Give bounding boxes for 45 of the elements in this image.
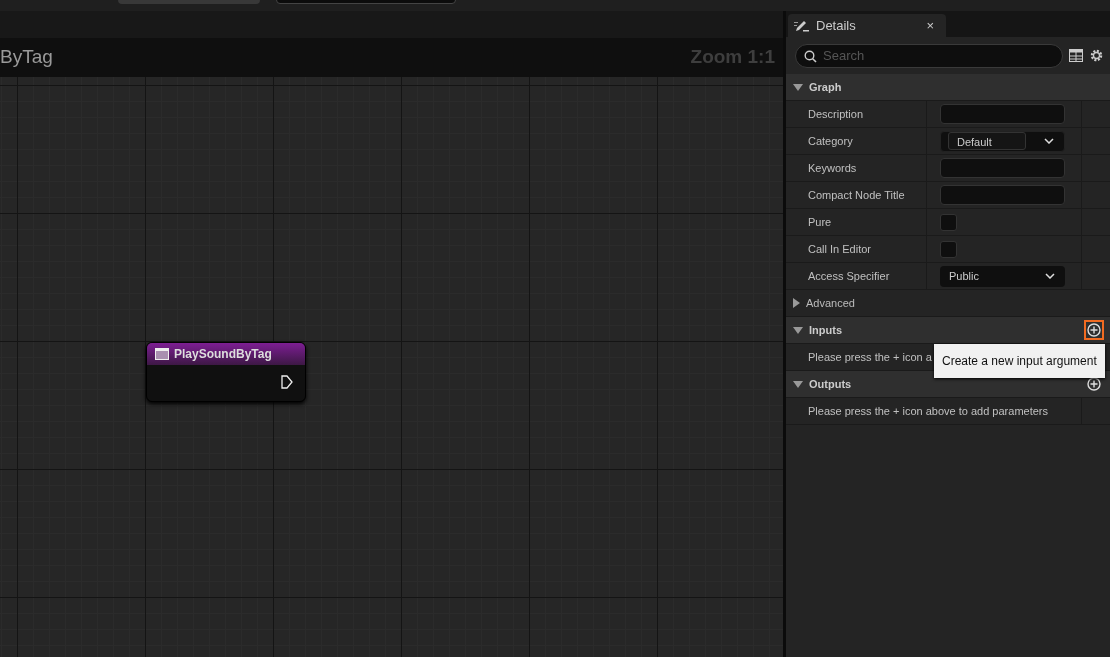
search-field[interactable]: Search xyxy=(795,43,1063,68)
section-title: Graph xyxy=(809,79,842,95)
caret-icon xyxy=(1044,138,1054,144)
graph-node[interactable]: PlaySoundByTag xyxy=(146,342,306,402)
node-title: PlaySoundByTag xyxy=(174,346,272,363)
dropdown[interactable]: Public xyxy=(940,265,1065,287)
expanded-arrow-icon[interactable] xyxy=(793,380,803,388)
function-icon xyxy=(155,348,169,360)
section-header[interactable]: Inputs xyxy=(786,317,1110,344)
property-label: Category xyxy=(786,128,927,154)
section-title: Outputs xyxy=(809,376,852,392)
collapsed-arrow-icon[interactable] xyxy=(793,298,800,308)
details-tab[interactable]: Details × xyxy=(788,14,946,37)
close-button[interactable]: × xyxy=(920,15,940,36)
property-label: Keywords xyxy=(786,155,927,181)
expanded-arrow-icon[interactable] xyxy=(793,326,803,334)
input-field[interactable] xyxy=(940,104,1065,124)
caret-icon xyxy=(1045,273,1055,279)
checkbox[interactable] xyxy=(940,240,957,258)
tab-label: Details xyxy=(816,16,856,35)
input-field[interactable] xyxy=(940,185,1065,205)
expanded-arrow-icon[interactable] xyxy=(793,83,803,91)
graph-title: ByTag xyxy=(0,45,53,70)
checkbox[interactable] xyxy=(940,213,957,231)
property-label: Access Specifier xyxy=(786,263,927,289)
property-label: Call In Editor xyxy=(786,236,927,262)
section-header[interactable]: Graph xyxy=(786,74,1110,101)
property-label: Description xyxy=(786,101,927,127)
table-icon[interactable] xyxy=(1069,49,1083,62)
property-label: Compact Node Title xyxy=(786,182,927,208)
input-field[interactable] xyxy=(940,158,1065,178)
exec-pin-icon[interactable] xyxy=(281,375,293,389)
add-icon xyxy=(1087,377,1101,391)
settings-icon[interactable] xyxy=(1089,48,1104,63)
add-button[interactable] xyxy=(1084,320,1104,340)
combo-box[interactable]: Default xyxy=(940,130,1065,152)
section-title: Advanced xyxy=(806,295,855,311)
graph-canvas[interactable]: PlaySoundByTag xyxy=(0,77,783,657)
pencil-icon xyxy=(794,18,810,33)
property-label: Pure xyxy=(786,209,927,235)
hint-text: Please press the + icon above to add parameters xyxy=(786,398,1082,424)
add-icon xyxy=(1087,323,1101,337)
combo-input[interactable]: Default xyxy=(948,132,1026,150)
section-title: Inputs xyxy=(809,322,842,338)
tooltip: Create a new input argument xyxy=(934,344,1105,378)
